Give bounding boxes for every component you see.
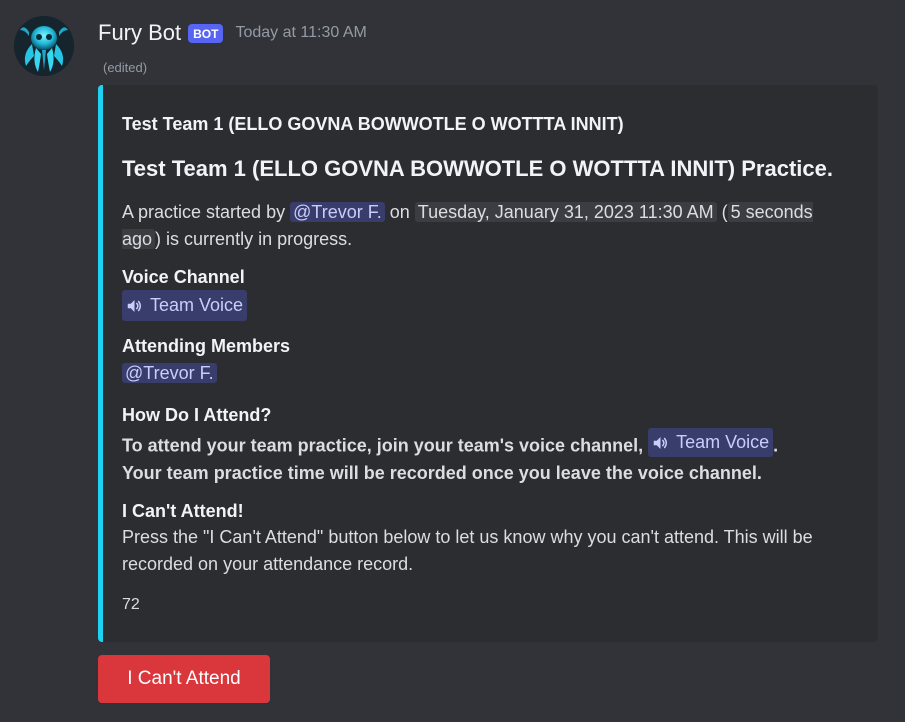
- field-attending-members: Attending Members @Trevor F.: [122, 333, 842, 388]
- field-voice-channel: Voice Channel Team Voice: [122, 264, 842, 324]
- bot-message: Fury Bot BOT Today at 11:30 AM (edited) …: [0, 0, 905, 722]
- field-value: Team Voice: [122, 290, 842, 324]
- embed-author: Test Team 1 (ELLO GOVNA BOWWOTLE O WOTTT…: [122, 114, 624, 134]
- field-i-cant-attend: I Can't Attend! Press the "I Can't Atten…: [122, 498, 842, 578]
- octopus-avatar-icon: [14, 16, 74, 76]
- embed-title: Test Team 1 (ELLO GOVNA BOWWOTLE O WOTTT…: [122, 156, 833, 181]
- field-name: I Can't Attend!: [122, 501, 244, 521]
- field-name: Voice Channel: [122, 267, 245, 287]
- attend-line2: Your team practice time will be recorded…: [122, 462, 762, 483]
- bot-username[interactable]: Fury Bot: [98, 20, 181, 46]
- embed-description: A practice started by @Trevor F. on Tues…: [122, 199, 822, 253]
- field-value: @Trevor F.: [122, 359, 842, 388]
- cant-attend-button[interactable]: I Can't Attend: [98, 655, 270, 703]
- field-name: Attending Members: [122, 336, 291, 356]
- channel-name: Team Voice: [150, 295, 244, 315]
- channel-mention[interactable]: Team Voice: [648, 428, 774, 457]
- message-timestamp[interactable]: Today at 11:30 AM: [235, 24, 366, 42]
- field-value: Press the "I Can't Attend" button below …: [122, 527, 813, 574]
- attend-line1-prefix: To attend your team practice, join your …: [122, 435, 649, 456]
- channel-name: Team Voice: [676, 432, 770, 452]
- date-timestamp[interactable]: Tuesday, January 31, 2023 11:30 AM: [414, 202, 717, 222]
- desc-open-paren: (: [716, 202, 728, 222]
- member-mention[interactable]: @Trevor F.: [122, 363, 217, 383]
- bot-avatar[interactable]: [14, 16, 74, 76]
- embed-card: Test Team 1 (ELLO GOVNA BOWWOTLE O WOTTT…: [98, 85, 878, 642]
- embed-footer: 72: [122, 596, 140, 613]
- desc-suffix: ) is currently in progress.: [155, 229, 353, 249]
- speaker-icon: [127, 299, 142, 312]
- message-header: Fury Bot BOT Today at 11:30 AM: [98, 18, 367, 48]
- bot-badge: BOT: [188, 23, 224, 43]
- desc-prefix: A practice started by: [122, 202, 291, 222]
- channel-mention[interactable]: Team Voice: [122, 290, 248, 321]
- user-mention[interactable]: @Trevor F.: [290, 202, 385, 222]
- field-name: How Do I Attend?: [122, 405, 272, 425]
- desc-on: on: [384, 202, 415, 222]
- field-value: To attend your team practice, join your …: [122, 428, 842, 487]
- field-how-to-attend: How Do I Attend? To attend your team pra…: [122, 402, 842, 487]
- attend-line1-suffix: .: [773, 435, 779, 456]
- speaker-icon: [653, 436, 668, 449]
- edited-indicator: (edited): [103, 60, 148, 75]
